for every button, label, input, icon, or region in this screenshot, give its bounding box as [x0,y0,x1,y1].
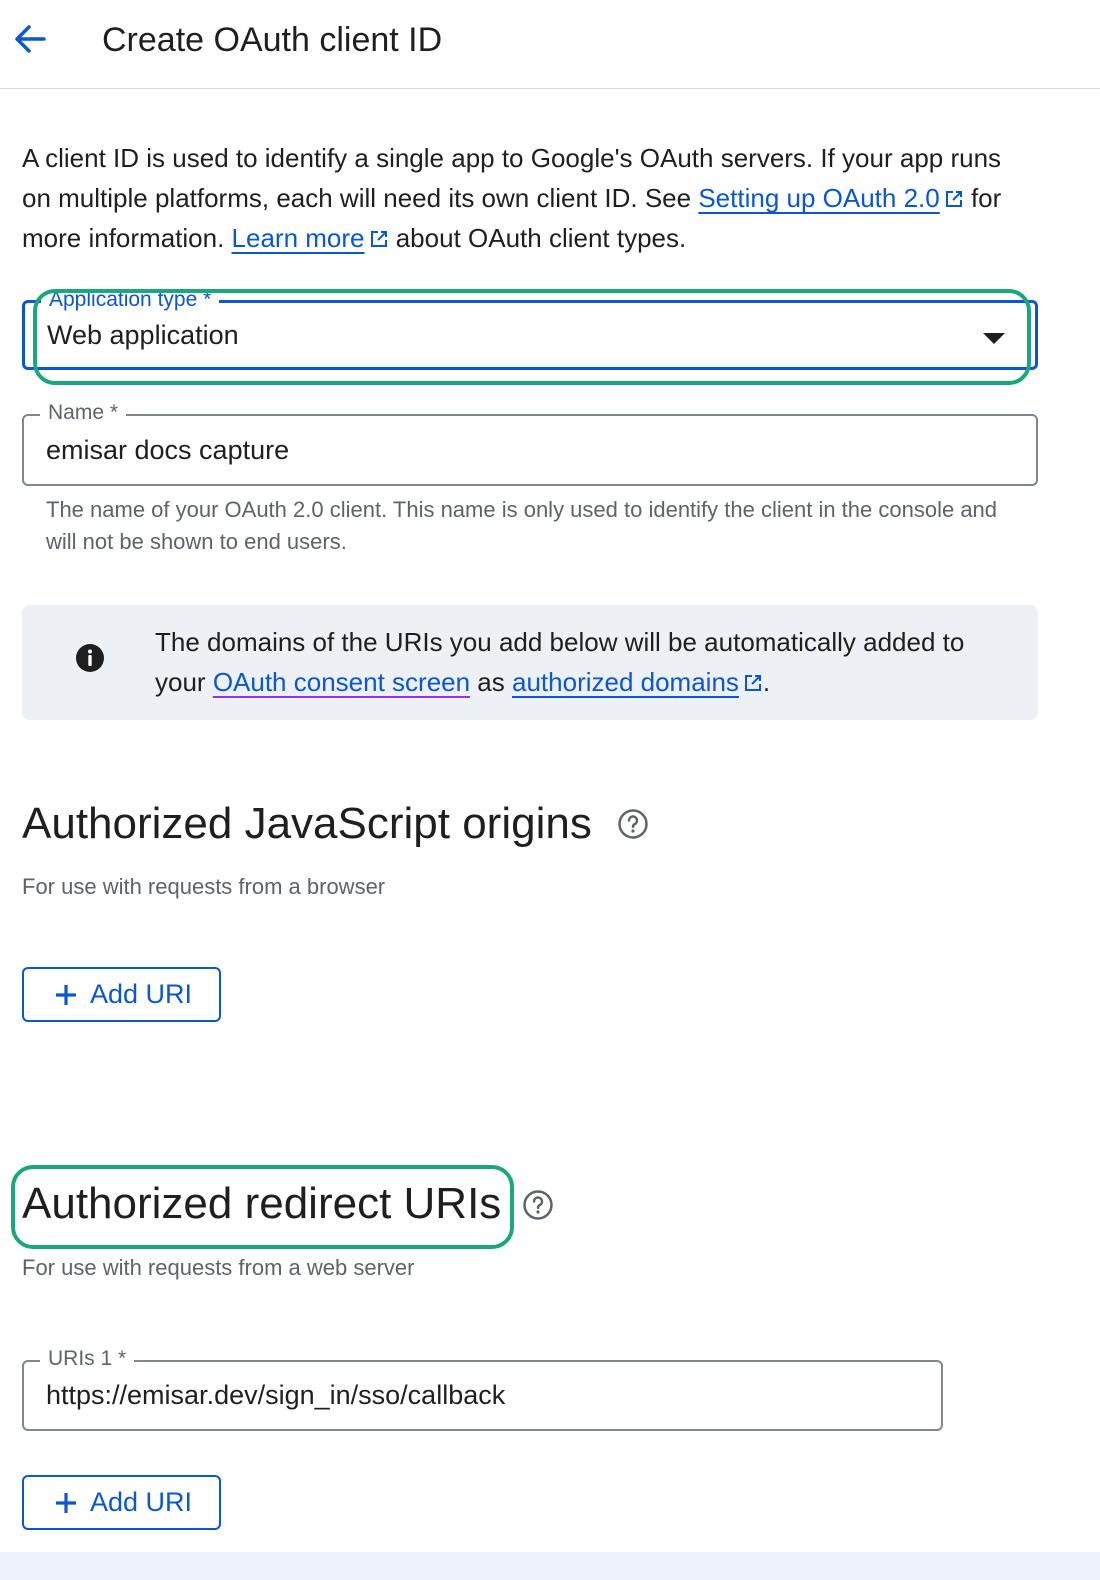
add-redirect-uri-button[interactable]: Add URI [22,1475,221,1530]
page-title: Create OAuth client ID [102,21,443,59]
plus-icon [56,1492,76,1513]
name-field[interactable]: Name * emisar docs capture [22,400,1038,486]
info-banner-text: The domains of the URIs you add below wi… [155,622,1015,702]
help-circle-icon[interactable] [617,808,649,840]
info-text: . [762,667,771,697]
info-icon [76,644,104,672]
back-button[interactable] [10,18,52,60]
intro-paragraph: A client ID is used to identify a single… [22,138,1032,258]
name-helper-text: The name of your OAuth 2.0 client. This … [46,497,998,554]
add-js-origin-button[interactable]: Add URI [22,967,221,1022]
page-header: Create OAuth client ID [0,0,1100,89]
external-link-icon [744,675,761,691]
application-type-select[interactable]: Application type * Web application [22,287,1038,370]
js-origins-title: Authorized JavaScript origins [22,799,592,848]
footer-band [0,1552,1100,1580]
redirect-uris-title: Authorized redirect URIs [22,1179,502,1228]
add-uri-label: Add URI [90,979,193,1009]
authorized-domains-link[interactable]: authorized domains [512,667,739,697]
js-origins-subtitle: For use with requests from a browser [22,874,386,899]
arrow-back-icon [15,25,46,53]
info-text: as [470,667,512,697]
dropdown-arrow-icon [983,333,1005,344]
redirect-uris-subtitle: For use with requests from a web server [22,1255,415,1280]
add-uri-label: Add URI [90,1487,193,1517]
application-type-value: Web application [47,319,239,350]
redirect-uri-field[interactable]: URIs 1 * https://emisar.dev/sign_in/sso/… [22,1346,943,1431]
intro-text: about OAuth client types. [388,223,687,253]
redirect-uri-value: https://emisar.dev/sign_in/sso/callback [46,1380,506,1410]
help-circle-icon[interactable] [522,1189,554,1221]
name-value: emisar docs capture [46,434,290,465]
info-banner: The domains of the URIs you add below wi… [22,605,1038,720]
setup-oauth-link[interactable]: Setting up OAuth 2.0 [698,183,939,213]
plus-icon [56,984,76,1005]
learn-more-link[interactable]: Learn more [232,223,365,253]
external-link-icon [370,231,387,247]
oauth-consent-screen-link[interactable]: OAuth consent screen [213,667,470,697]
external-link-icon [945,191,962,207]
